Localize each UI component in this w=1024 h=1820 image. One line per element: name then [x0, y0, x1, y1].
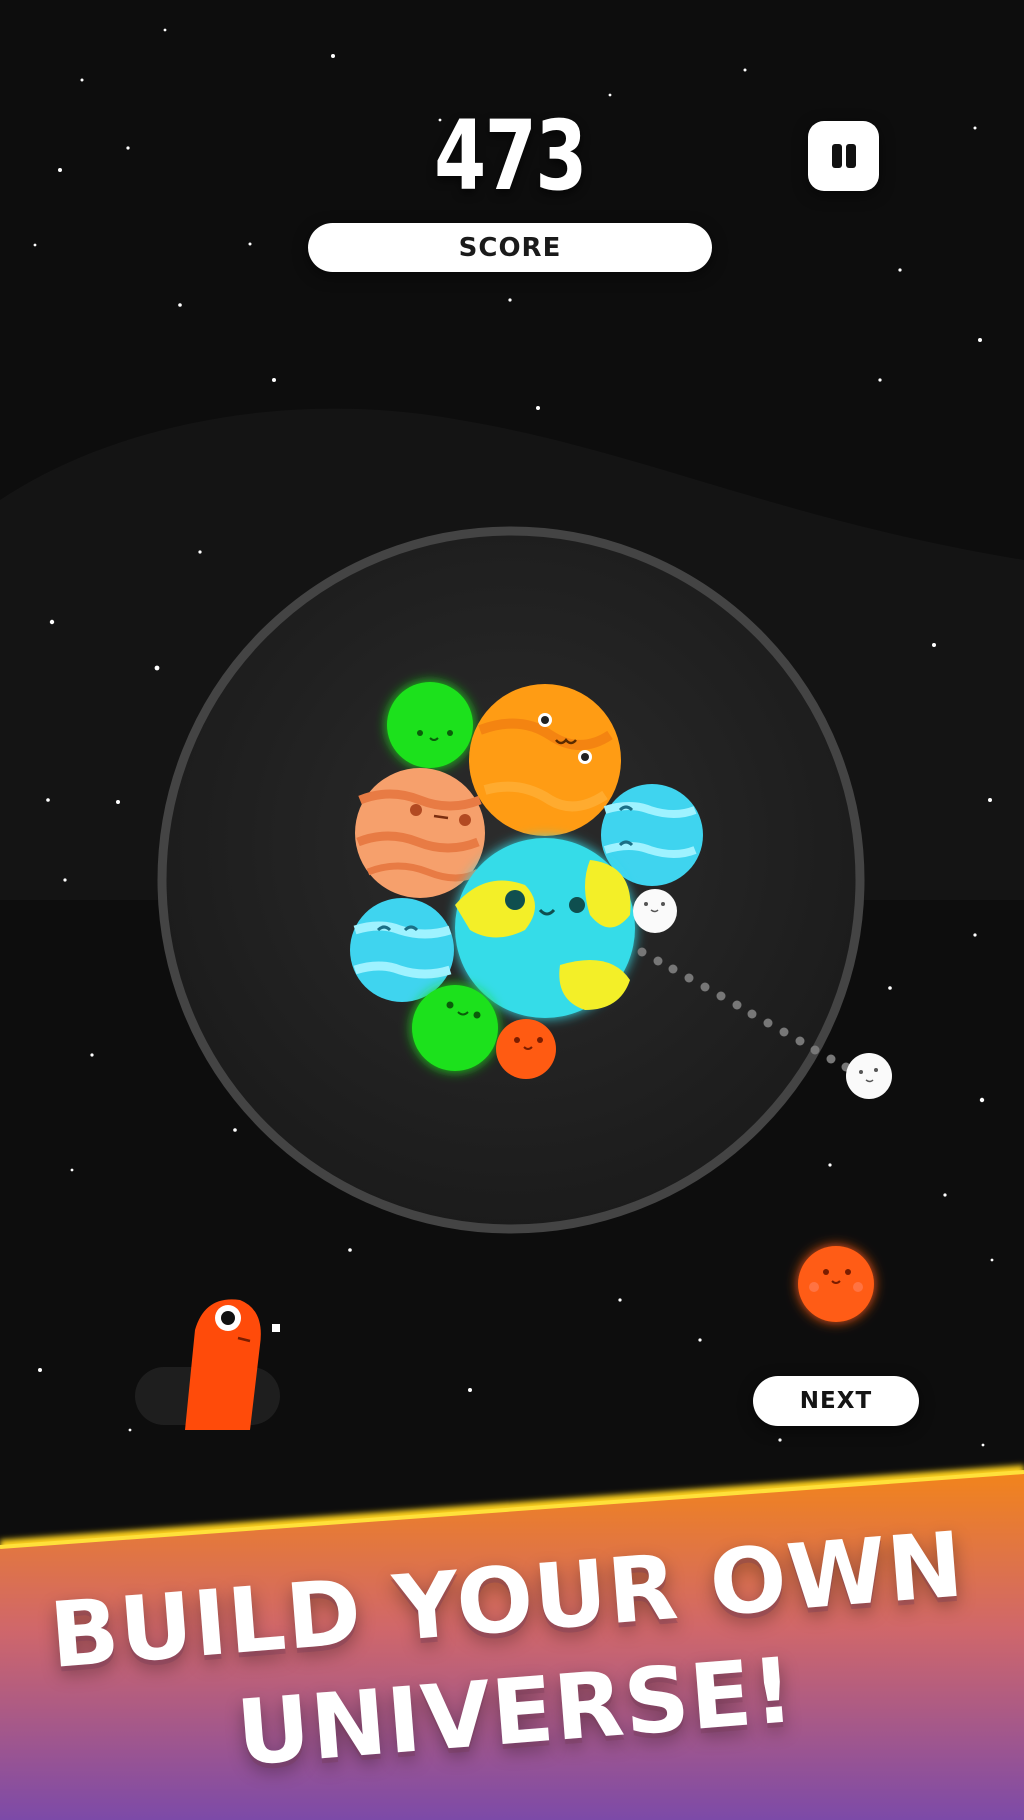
next-planet-preview [798, 1246, 874, 1322]
orange-planet [469, 684, 621, 836]
earth-planet [455, 838, 635, 1018]
green-planet-bottom [412, 985, 498, 1071]
neptune-planet-left [350, 898, 454, 1002]
next-button-label: NEXT [799, 1388, 873, 1414]
score-value: 473 [434, 100, 587, 212]
score-label: SCORE [308, 223, 712, 272]
green-planet-top [387, 682, 473, 768]
next-button[interactable]: NEXT [753, 1376, 919, 1426]
score-label-text: SCORE [458, 232, 562, 263]
pause-button[interactable] [808, 121, 879, 191]
jupiter-planet [355, 768, 485, 898]
worm-shooter[interactable] [135, 1299, 280, 1430]
moon-projectile [846, 1053, 892, 1099]
moon-in-cluster [633, 889, 677, 933]
mars-planet-small [496, 1019, 556, 1079]
